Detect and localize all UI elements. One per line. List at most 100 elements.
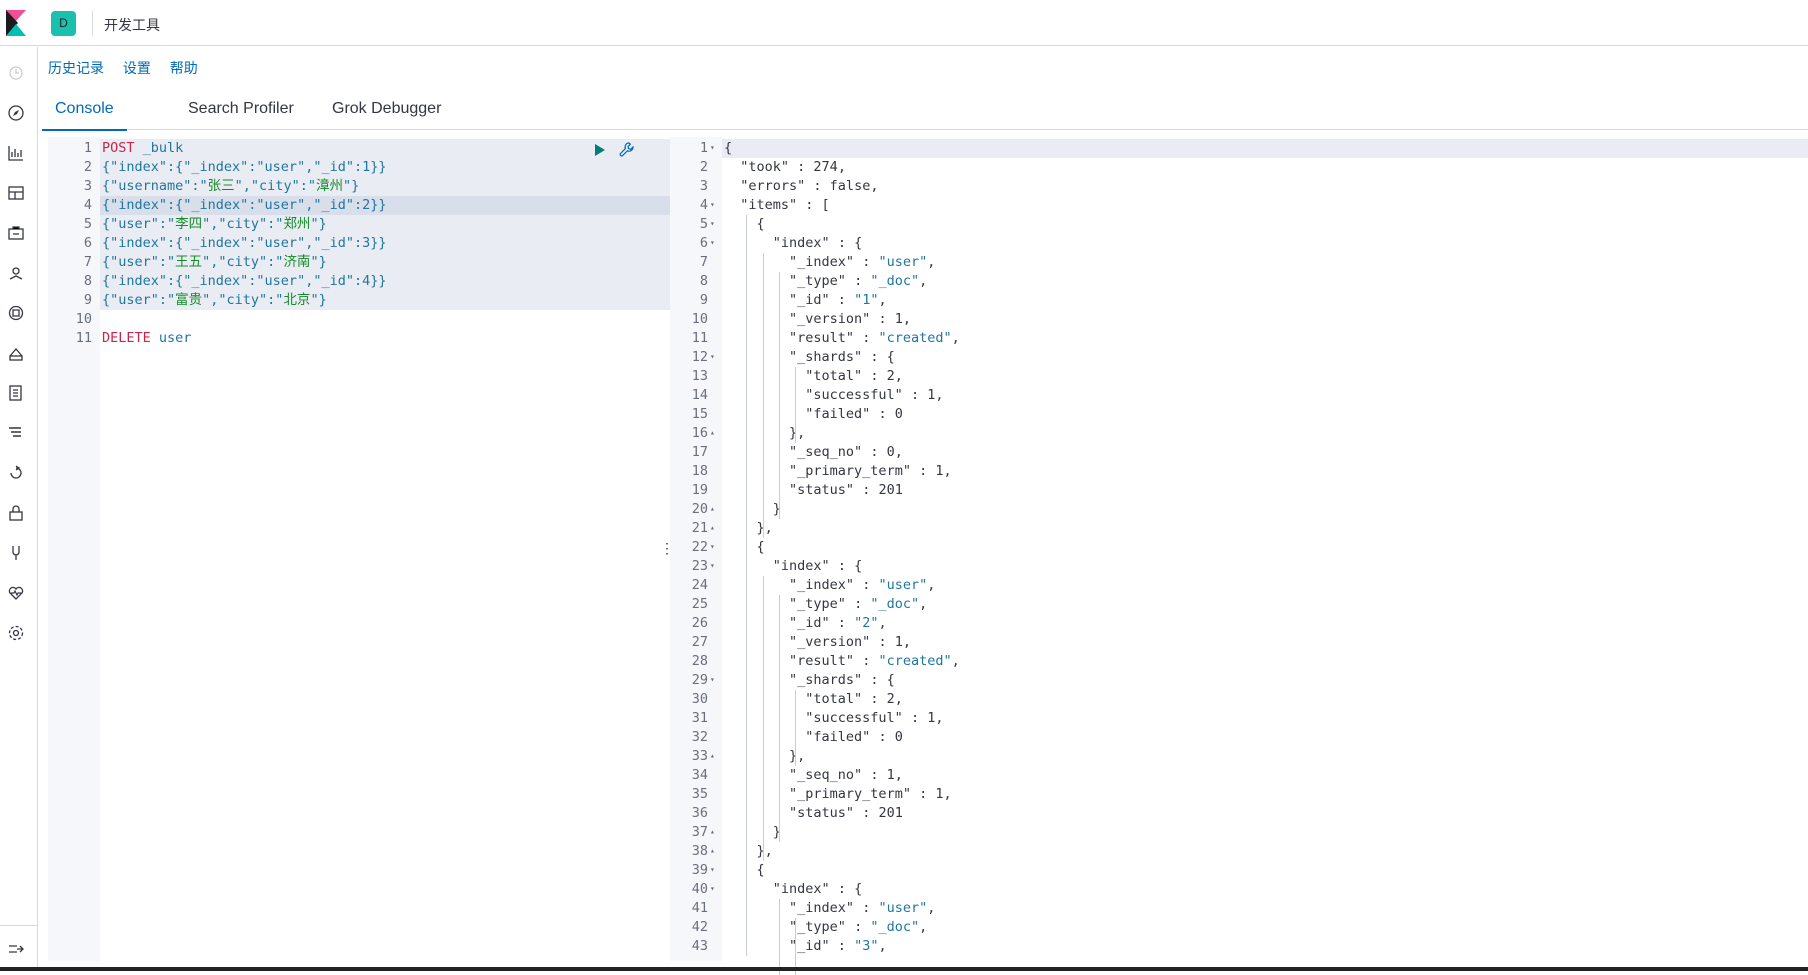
fold-toggle-icon[interactable]: ▾ bbox=[710, 675, 718, 684]
line-number: 27 bbox=[691, 634, 708, 650]
line-number: 19 bbox=[691, 482, 708, 498]
line-number: 30 bbox=[691, 691, 708, 707]
line-number: 38 bbox=[691, 843, 708, 859]
request-code[interactable]: POST _bulk {"index":{"_index":"user","_id… bbox=[100, 137, 656, 961]
response-line: "_index" : "user", bbox=[789, 900, 936, 916]
fold-toggle-icon[interactable]: ▾ bbox=[710, 238, 718, 247]
management-icon[interactable] bbox=[7, 624, 25, 642]
fold-toggle-icon[interactable]: ▾ bbox=[710, 561, 718, 570]
code-token: 张三 bbox=[207, 178, 235, 194]
indent-guide bbox=[762, 576, 764, 861]
response-line: "total" : 2, bbox=[805, 368, 903, 384]
code-line[interactable]: {"index":{"_index":"user","_id":1}} bbox=[100, 158, 656, 177]
code-line[interactable]: {"index":{"_index":"user","_id":4}} bbox=[100, 272, 656, 291]
monitoring-icon[interactable] bbox=[7, 544, 25, 562]
line-number: 8 bbox=[699, 273, 708, 289]
apm-icon[interactable] bbox=[7, 424, 25, 442]
code-token: DELETE bbox=[102, 330, 151, 346]
code-token: 济南 bbox=[283, 254, 311, 270]
tab-grok-debugger[interactable]: Grok Debugger bbox=[319, 97, 454, 129]
line-number: 3 bbox=[83, 178, 92, 194]
fold-toggle-icon[interactable]: ▴ bbox=[710, 523, 718, 532]
fold-toggle-icon[interactable]: ▾ bbox=[710, 143, 718, 152]
line-number: 28 bbox=[691, 653, 708, 669]
code-token: ","city":" bbox=[202, 254, 284, 270]
fold-toggle-icon[interactable]: ▾ bbox=[710, 884, 718, 893]
kibana-logo-icon[interactable] bbox=[4, 10, 28, 36]
response-viewer: 1 ▾ 2 3 4 ▾ 5 ▾ 6 ▾ 7 8 9 10 11 12 ▾ 13 14 15 16 ▴ 17 18 19 20 ▴ 21… bbox=[670, 137, 1808, 975]
clock-icon[interactable] bbox=[7, 64, 25, 82]
line-number: 39 bbox=[691, 862, 708, 878]
request-editor[interactable]: 1 2 3 4 5 6 7 8 9 10 11 POST _bulk {"index":{"_inde… bbox=[48, 137, 704, 961]
fold-toggle-icon[interactable]: ▾ bbox=[710, 200, 718, 209]
indent-guide bbox=[778, 595, 780, 842]
code-token: {"index":{"_index":"user","_id":3}} bbox=[102, 235, 387, 251]
tab-search-profiler[interactable]: Search Profiler bbox=[175, 97, 307, 129]
response-line: "failed" : 0 bbox=[805, 729, 903, 745]
tab-console[interactable]: Console bbox=[42, 97, 127, 131]
code-line[interactable]: {"user":"李四","city":"郑州"} bbox=[100, 215, 656, 234]
response-line: "failed" : 0 bbox=[805, 406, 903, 422]
code-line[interactable]: {"username":"张三","city":"漳州"} bbox=[100, 177, 656, 196]
response-code: { "took" : 274, "errors" : false, "items… bbox=[722, 137, 1808, 975]
space-avatar[interactable]: D bbox=[51, 11, 76, 36]
code-line[interactable] bbox=[100, 310, 656, 329]
response-line: "_id" : "3", bbox=[789, 938, 887, 954]
line-number: 42 bbox=[691, 919, 708, 935]
heartbeat-icon[interactable] bbox=[7, 584, 25, 602]
response-line-number-gutter: 1 ▾ 2 3 4 ▾ 5 ▾ 6 ▾ 7 8 9 10 11 12 ▾ 13 14 15 16 ▴ 17 18 19 20 ▴ 21… bbox=[670, 137, 722, 961]
dev-tools-icon[interactable] bbox=[7, 504, 25, 522]
code-line[interactable]: {"index":{"_index":"user","_id":3}} bbox=[100, 234, 656, 253]
line-number: 2 bbox=[83, 159, 92, 175]
response-line: "_primary_term" : 1, bbox=[789, 463, 952, 479]
console-menu: 历史记录 设置 帮助 bbox=[48, 58, 213, 78]
code-token: 郑州 bbox=[283, 216, 311, 232]
fold-toggle-icon[interactable]: ▾ bbox=[710, 865, 718, 874]
line-number: 31 bbox=[691, 710, 708, 726]
history-link[interactable]: 历史记录 bbox=[48, 60, 104, 76]
response-line: } bbox=[724, 501, 781, 517]
fold-toggle-icon[interactable]: ▴ bbox=[710, 827, 718, 836]
code-line[interactable]: DELETE user bbox=[100, 329, 656, 348]
line-number: 17 bbox=[691, 444, 708, 460]
line-number: 7 bbox=[699, 254, 708, 270]
fold-toggle-icon[interactable]: ▴ bbox=[710, 428, 718, 437]
fold-toggle-icon[interactable]: ▾ bbox=[710, 352, 718, 361]
code-line[interactable]: {"index":{"_index":"user","_id":2}} bbox=[100, 196, 656, 215]
fold-toggle-icon[interactable]: ▴ bbox=[710, 846, 718, 855]
response-line: "successful" : 1, bbox=[805, 710, 944, 726]
ml-icon[interactable] bbox=[7, 304, 25, 322]
response-line: { bbox=[724, 539, 765, 555]
logs-icon[interactable] bbox=[7, 384, 25, 402]
play-icon[interactable] bbox=[592, 142, 608, 158]
maps-icon[interactable] bbox=[7, 264, 25, 282]
line-number: 9 bbox=[83, 292, 92, 308]
pane-resize-handle[interactable]: ⋮ bbox=[660, 538, 674, 558]
line-number: 26 bbox=[691, 615, 708, 631]
infrastructure-icon[interactable] bbox=[7, 344, 25, 362]
response-line: "index" : { bbox=[772, 881, 863, 897]
code-line[interactable]: POST _bulk bbox=[100, 139, 656, 158]
fold-toggle-icon[interactable]: ▴ bbox=[710, 504, 718, 513]
fold-toggle-icon[interactable]: ▾ bbox=[710, 219, 718, 228]
code-token: "} bbox=[310, 254, 327, 270]
settings-link[interactable]: 设置 bbox=[123, 60, 151, 76]
line-number: 5 bbox=[83, 216, 92, 232]
code-line[interactable]: {"user":"富贵","city":"北京"} bbox=[100, 291, 656, 310]
line-number: 12 bbox=[691, 349, 708, 365]
canvas-icon[interactable] bbox=[7, 224, 25, 242]
code-line[interactable]: {"user":"王五","city":"济南"} bbox=[100, 253, 656, 272]
help-link[interactable]: 帮助 bbox=[170, 60, 198, 76]
fold-toggle-icon[interactable]: ▴ bbox=[710, 751, 718, 760]
dashboard-icon[interactable] bbox=[7, 184, 25, 202]
wrench-icon[interactable] bbox=[618, 141, 636, 159]
dev-tools-tabs: Console Search Profiler Grok Debugger bbox=[42, 88, 1808, 131]
response-line: "_id" : "2", bbox=[789, 615, 887, 631]
nav-divider bbox=[0, 925, 38, 926]
response-line: "_id" : "1", bbox=[789, 292, 887, 308]
uptime-icon[interactable] bbox=[7, 464, 25, 482]
compass-icon[interactable] bbox=[7, 104, 25, 122]
collapse-icon[interactable] bbox=[7, 940, 25, 958]
fold-toggle-icon[interactable]: ▾ bbox=[710, 542, 718, 551]
visualize-icon[interactable] bbox=[7, 144, 25, 162]
